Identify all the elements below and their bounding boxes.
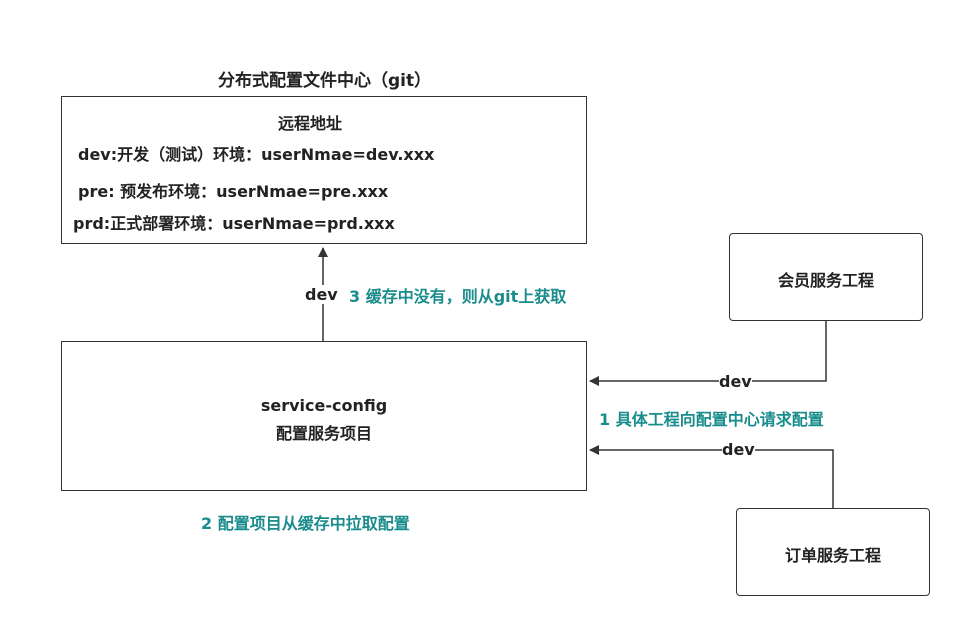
member-service-label: 会员服务工程 [777,271,874,290]
config-center-title: 分布式配置文件中心（git） [218,71,432,91]
step-3-label: 3 缓存中没有，则从git上获取 [349,287,567,306]
arrow-order-to-service [589,445,834,509]
edge-label-dev-member: dev [719,372,752,391]
service-config-name: service-config [260,396,388,415]
service-config-subtitle: 配置服务项目 [275,424,372,443]
edge-label-dev-git: dev [305,285,338,304]
step-1-label: 1 具体工程向配置中心请求配置 [599,410,824,429]
edge-label-dev-order: dev [722,440,755,459]
env-line-prd: prd:正式部署环境：userNmae=prd.xxx [73,214,395,233]
env-line-pre: pre: 预发布环境：userNmae=pre.xxx [78,182,389,201]
env-line-dev: dev:开发（测试）环境：userNmae=dev.xxx [78,145,435,164]
arrow-member-to-service [589,320,827,386]
service-config-box [61,341,587,491]
step-2-label: 2 配置项目从缓存中拉取配置 [201,514,410,533]
order-service-label: 订单服务工程 [784,546,881,565]
remote-address-heading: 远程地址 [278,114,343,133]
